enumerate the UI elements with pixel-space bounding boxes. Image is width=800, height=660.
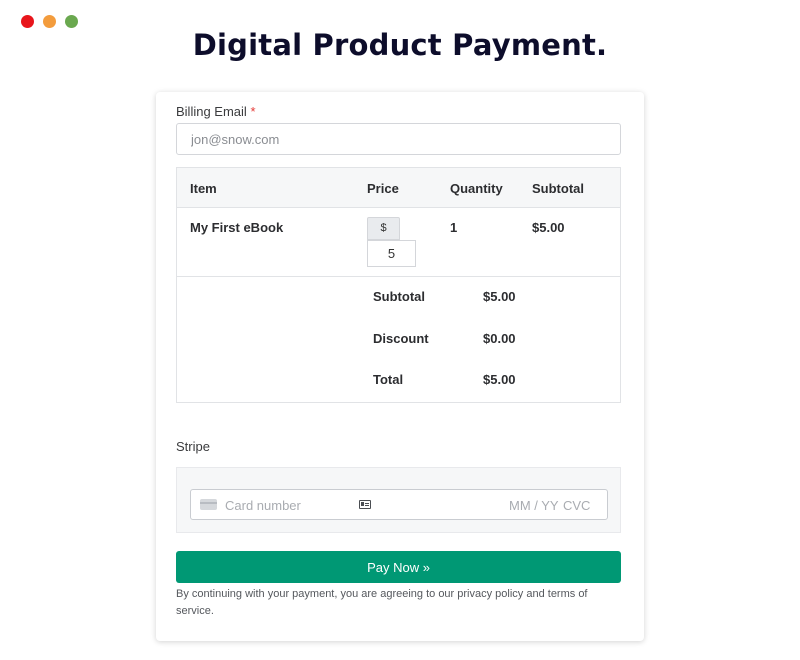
cvc-placeholder: CVC <box>563 498 591 513</box>
card-number-placeholder: Card number <box>225 498 301 513</box>
terms-text: By continuing with your payment, you are… <box>176 588 588 617</box>
summary-total-label: Total <box>373 372 404 387</box>
header-quantity: Quantity <box>450 181 503 196</box>
autofill-card-icon[interactable] <box>359 500 371 509</box>
billing-email-label: Billing Email * <box>176 104 256 119</box>
pay-now-button[interactable]: Pay Now » <box>176 551 621 583</box>
stripe-card-container: Card number MM / YY CVC <box>176 467 621 533</box>
billing-email-input[interactable] <box>176 123 621 155</box>
credit-card-icon <box>200 499 217 510</box>
payment-method-label: Stripe <box>176 439 210 454</box>
price-input[interactable] <box>367 240 416 267</box>
summary-discount-value: $0.00 <box>483 331 516 346</box>
close-dot-icon[interactable] <box>21 15 34 28</box>
header-price: Price <box>367 181 399 196</box>
summary-discount-label: Discount <box>373 331 429 346</box>
page-title: Digital Product Payment. <box>192 28 608 62</box>
summary-subtotal-value: $5.00 <box>483 289 516 304</box>
billing-email-label-text: Billing Email <box>176 104 247 119</box>
row-item-name: My First eBook <box>190 220 284 235</box>
card-input-field[interactable]: Card number MM / YY CVC <box>190 489 608 520</box>
summary-subtotal-label: Subtotal <box>373 289 425 304</box>
currency-addon: $ <box>367 217 400 240</box>
maximize-dot-icon[interactable] <box>65 15 78 28</box>
header-item: Item <box>190 181 217 196</box>
table-header: Item Price Quantity Subtotal <box>177 168 620 208</box>
expiry-placeholder: MM / YY <box>509 498 559 513</box>
summary-total-value: $5.00 <box>483 372 516 387</box>
window-controls <box>21 15 78 28</box>
payment-form-card: Billing Email * Item Price Quantity Subt… <box>156 92 644 641</box>
required-mark: * <box>250 104 256 119</box>
row-quantity: 1 <box>450 220 458 235</box>
row-subtotal: $5.00 <box>532 220 565 235</box>
header-subtotal: Subtotal <box>532 181 584 196</box>
minimize-dot-icon[interactable] <box>43 15 56 28</box>
row-divider <box>177 276 620 277</box>
order-table: Item Price Quantity Subtotal My First eB… <box>176 167 621 403</box>
